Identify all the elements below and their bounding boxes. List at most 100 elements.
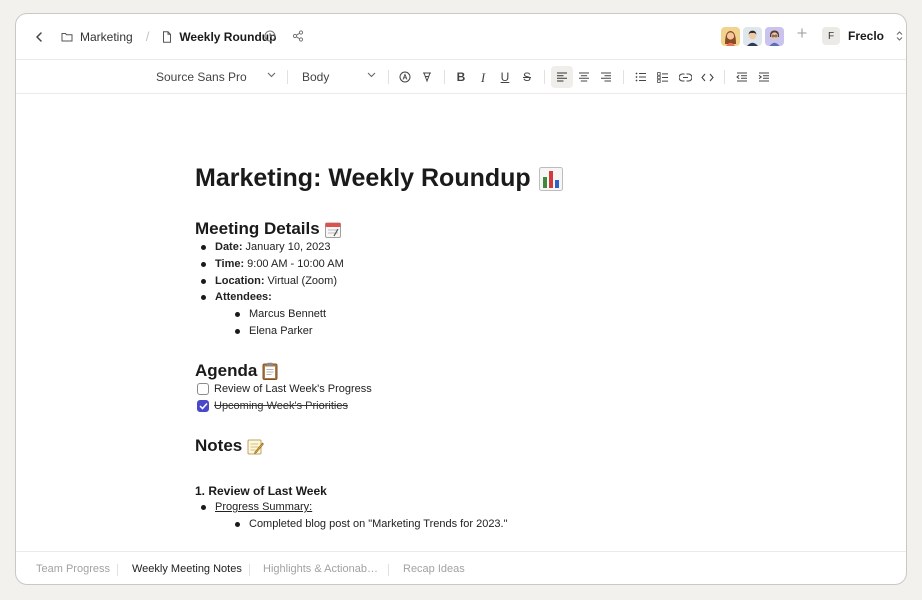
breadcrumb: Marketing / Weekly Roundup bbox=[61, 29, 276, 44]
toolbar-divider bbox=[388, 70, 389, 84]
formatting-toolbar: Source Sans Pro Body B I U S bbox=[16, 60, 906, 94]
progress-summary-label: Progress Summary: bbox=[215, 501, 313, 513]
avatar-glasses-icon bbox=[769, 30, 780, 46]
page-title[interactable]: Marketing: Weekly Roundup bbox=[195, 164, 563, 193]
highlight-icon bbox=[423, 72, 431, 83]
bullet bbox=[201, 261, 206, 267]
document-area[interactable]: Marketing: Weekly Roundup Meeting Detail… bbox=[16, 95, 906, 551]
italic-icon: I bbox=[480, 69, 486, 85]
folder-icon bbox=[61, 32, 73, 41]
history-button[interactable] bbox=[264, 30, 276, 42]
toolbar-divider bbox=[287, 70, 288, 84]
toolbar-divider bbox=[724, 70, 725, 84]
text-style-select[interactable]: Body bbox=[302, 67, 376, 87]
tab-divider bbox=[249, 564, 250, 576]
notes-heading[interactable]: Notes bbox=[195, 436, 265, 456]
bullet bbox=[201, 244, 206, 250]
clock-icon bbox=[264, 30, 276, 42]
bar-chart-icon bbox=[538, 166, 563, 191]
agenda-item[interactable]: Upcoming Week's Priorities bbox=[197, 400, 348, 412]
progress-summary-item: Completed blog post on "Marketing Trends… bbox=[249, 518, 508, 530]
breadcrumb-separator: / bbox=[145, 29, 150, 44]
avatar[interactable] bbox=[721, 27, 740, 46]
font-family-value: Source Sans Pro bbox=[156, 70, 247, 84]
underline-icon: U bbox=[500, 70, 510, 84]
notes-heading-text: Notes bbox=[195, 436, 243, 455]
link-button[interactable] bbox=[674, 66, 696, 88]
align-center-button[interactable] bbox=[573, 66, 595, 88]
code-button[interactable] bbox=[696, 66, 718, 88]
bullet bbox=[201, 294, 206, 300]
bullet bbox=[201, 278, 206, 284]
checkmark-icon bbox=[198, 402, 208, 410]
avatar-man-icon bbox=[747, 30, 758, 46]
top-bar: Marketing / Weekly Roundup F Freclo bbox=[16, 14, 906, 60]
attendee-name: Elena Parker bbox=[249, 325, 313, 337]
italic-button[interactable]: I bbox=[472, 66, 494, 88]
chevron-down-icon bbox=[267, 72, 276, 78]
align-left-icon bbox=[557, 72, 567, 82]
add-collaborator-button[interactable] bbox=[797, 28, 807, 38]
agenda-checkbox[interactable] bbox=[197, 383, 209, 395]
checklist-button[interactable] bbox=[652, 66, 674, 88]
agenda-heading-text: Agenda bbox=[195, 361, 258, 380]
underline-button[interactable]: U bbox=[494, 66, 516, 88]
tab-recap-ideas[interactable]: Recap Ideas bbox=[403, 563, 465, 575]
outdent-icon bbox=[736, 72, 747, 82]
avatar[interactable] bbox=[743, 27, 762, 46]
share-button[interactable] bbox=[292, 30, 304, 42]
calendar-icon bbox=[324, 222, 341, 238]
tab-team-progress[interactable]: Team Progress bbox=[36, 563, 110, 575]
date-value: January 10, 2023 bbox=[245, 241, 331, 253]
agenda-checkbox[interactable] bbox=[197, 400, 209, 412]
list-item[interactable]: Location: Virtual (Zoom) bbox=[201, 275, 337, 287]
bullet bbox=[235, 328, 240, 334]
chevron-left-icon bbox=[36, 32, 42, 42]
checklist-icon bbox=[657, 71, 668, 83]
align-left-button[interactable] bbox=[551, 66, 573, 88]
notes-subheading[interactable]: 1. Review of Last Week bbox=[195, 484, 327, 498]
bullet-list-button[interactable] bbox=[630, 66, 652, 88]
breadcrumb-folder[interactable]: Marketing bbox=[80, 30, 133, 44]
bullet-list-icon bbox=[635, 72, 646, 82]
strikethrough-button[interactable]: S bbox=[516, 66, 538, 88]
outdent-button[interactable] bbox=[731, 66, 753, 88]
list-item[interactable]: Completed blog post on "Marketing Trends… bbox=[235, 518, 508, 530]
breadcrumb-document[interactable]: Weekly Roundup bbox=[179, 30, 276, 44]
avatar[interactable] bbox=[765, 27, 784, 46]
list-item[interactable]: Progress Summary: bbox=[201, 501, 312, 513]
page-tabs: Team Progress Weekly Meeting Notes Highl… bbox=[16, 551, 906, 584]
list-item[interactable]: Elena Parker bbox=[235, 325, 313, 337]
tab-highlights[interactable]: Highlights & Actionab… bbox=[263, 563, 378, 575]
plus-icon bbox=[797, 28, 807, 38]
date-label: Date: bbox=[215, 241, 243, 253]
align-right-icon bbox=[601, 72, 611, 82]
text-style-value: Body bbox=[302, 70, 330, 84]
avatar-woman-icon bbox=[725, 31, 736, 46]
back-button[interactable] bbox=[30, 27, 48, 47]
tab-divider bbox=[388, 564, 389, 576]
user-name: Freclo bbox=[848, 29, 885, 43]
indent-button[interactable] bbox=[753, 66, 775, 88]
toolbar-divider bbox=[623, 70, 624, 84]
list-item[interactable]: Date: January 10, 2023 bbox=[201, 241, 331, 253]
bullet bbox=[235, 311, 240, 317]
meeting-details-heading-text: Meeting Details bbox=[195, 219, 320, 238]
code-icon bbox=[700, 73, 714, 81]
location-value: Virtual (Zoom) bbox=[267, 275, 337, 287]
list-item[interactable]: Time: 9:00 AM - 10:00 AM bbox=[201, 258, 344, 270]
agenda-heading[interactable]: Agenda bbox=[195, 361, 278, 381]
highlight-button[interactable] bbox=[416, 66, 438, 88]
agenda-item[interactable]: Review of Last Week's Progress bbox=[197, 383, 372, 395]
font-family-select[interactable]: Source Sans Pro bbox=[156, 67, 276, 87]
meeting-details-heading[interactable]: Meeting Details bbox=[195, 219, 341, 239]
list-item[interactable]: Attendees: bbox=[201, 291, 275, 303]
attendees-label: Attendees: bbox=[215, 291, 272, 303]
bullet bbox=[235, 521, 240, 527]
align-right-button[interactable] bbox=[595, 66, 617, 88]
text-color-button[interactable] bbox=[394, 66, 416, 88]
user-menu[interactable]: F Freclo bbox=[822, 27, 903, 45]
bold-button[interactable]: B bbox=[450, 66, 472, 88]
tab-weekly-meeting-notes[interactable]: Weekly Meeting Notes bbox=[132, 563, 242, 575]
list-item[interactable]: Marcus Bennett bbox=[235, 308, 326, 320]
